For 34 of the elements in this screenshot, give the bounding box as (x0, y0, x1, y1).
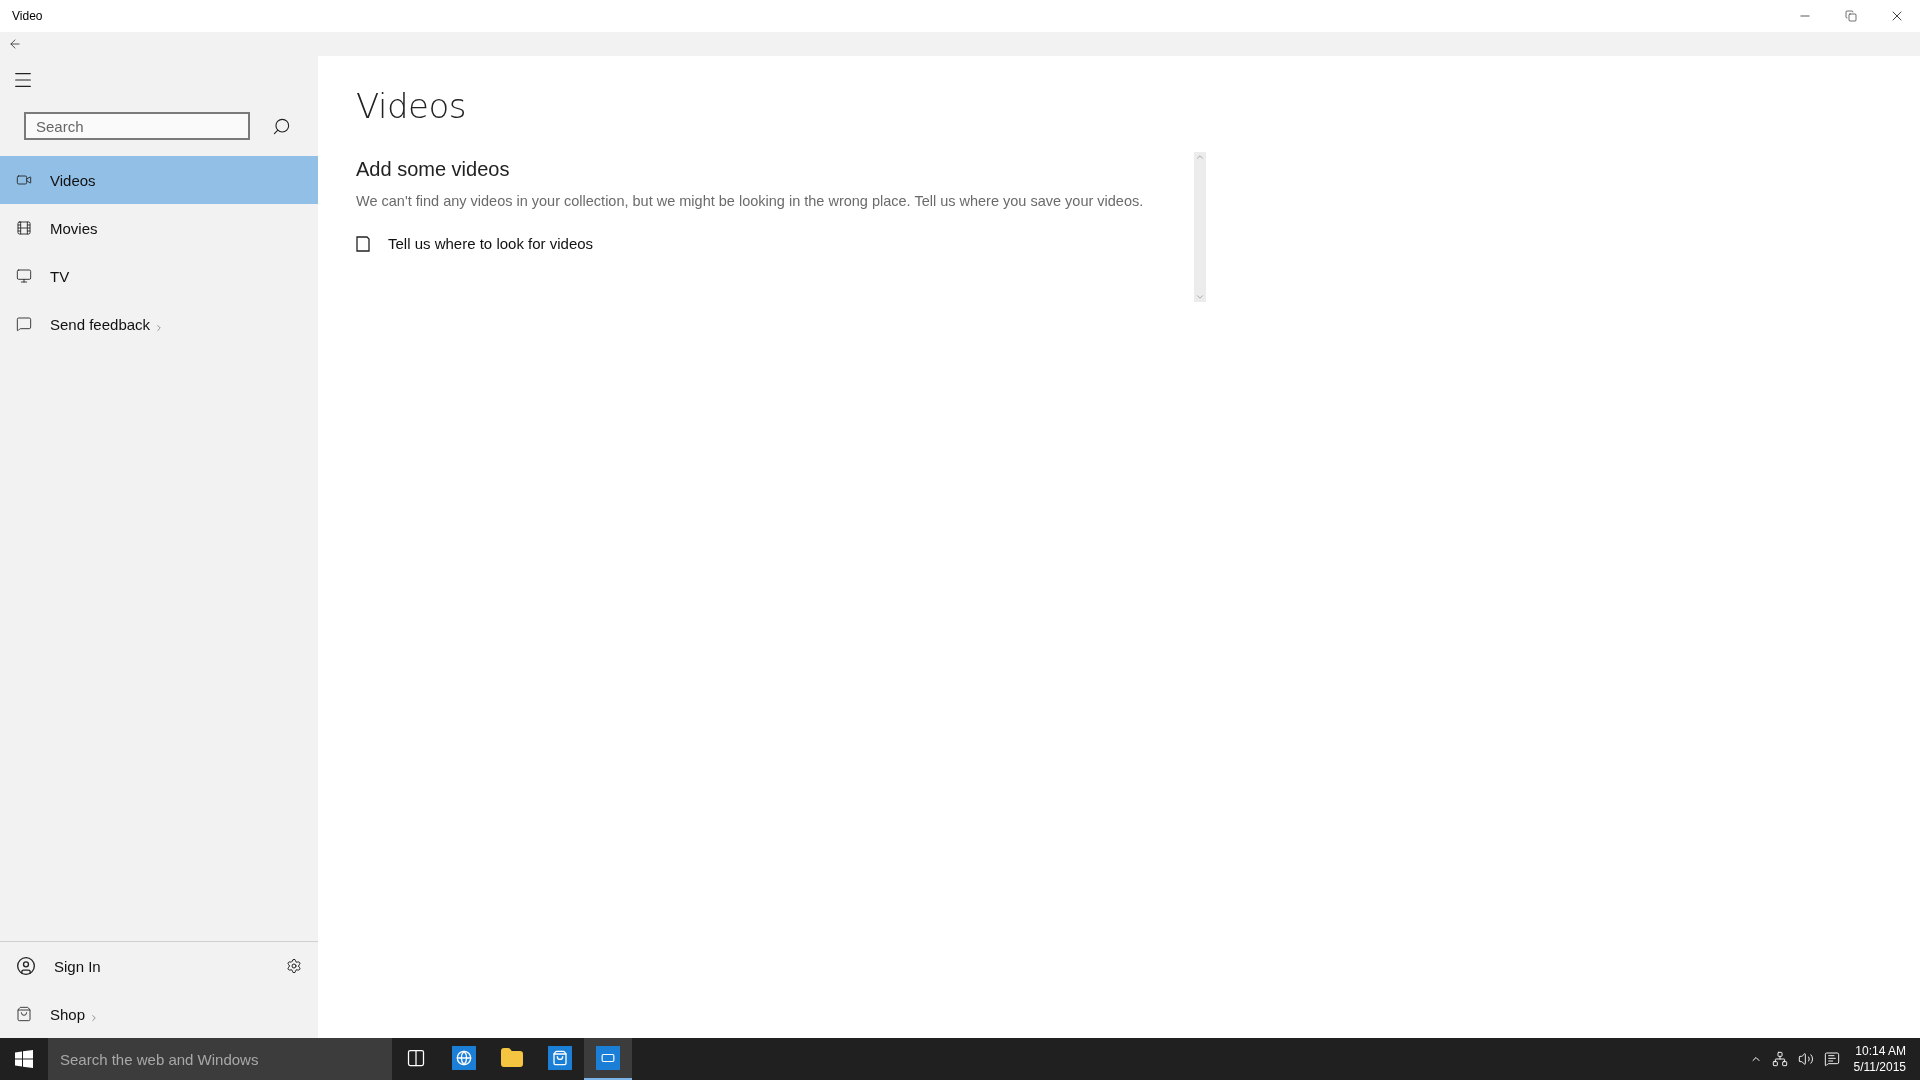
section-heading: Add some videos (356, 158, 511, 181)
clock[interactable]: 10:14 AM 5/11/2015 (1849, 1043, 1906, 1075)
sign-in-button[interactable]: Sign In (0, 942, 286, 990)
search-field[interactable]: Search (24, 112, 250, 140)
taskbar-search-field[interactable]: Search the web and Windows (48, 1038, 392, 1080)
nav-item[interactable]: Videos (0, 156, 318, 204)
back-button[interactable] (8, 37, 22, 51)
restore-icon (1845, 10, 1857, 22)
nav-item[interactable]: Movies (0, 204, 318, 252)
video-camera-icon (16, 172, 32, 188)
choose-folder-link[interactable]: Tell us where to look for videos (356, 235, 594, 252)
video-app-icon (596, 1046, 620, 1070)
window-title: Video (12, 9, 43, 23)
network-icon[interactable] (1771, 1051, 1788, 1067)
film-icon (16, 220, 32, 236)
folder-icon (500, 1046, 524, 1070)
windows-logo-icon (15, 1050, 33, 1068)
page-title: Videos (356, 86, 467, 126)
shopping-bag-icon (16, 1006, 32, 1022)
document-icon (356, 235, 370, 252)
notifications-icon[interactable] (1823, 1051, 1840, 1067)
nav-item[interactable]: TV (0, 252, 318, 300)
description-text: We can't find any videos in your collection, but we might be looking in the wrong place. Tell us where you save your videos. (356, 193, 1145, 209)
monitor-icon (16, 268, 32, 284)
search-button[interactable] (272, 116, 291, 136)
nav-item[interactable]: Shop (0, 990, 302, 1038)
volume-icon[interactable] (1797, 1051, 1814, 1067)
user-icon (16, 956, 36, 976)
nav-item[interactable]: Send feedback (0, 300, 318, 348)
task-view-icon (406, 1048, 426, 1068)
store-icon (548, 1046, 572, 1070)
feedback-icon (16, 316, 32, 332)
globe-icon (452, 1046, 476, 1070)
settings-button[interactable] (286, 958, 302, 974)
